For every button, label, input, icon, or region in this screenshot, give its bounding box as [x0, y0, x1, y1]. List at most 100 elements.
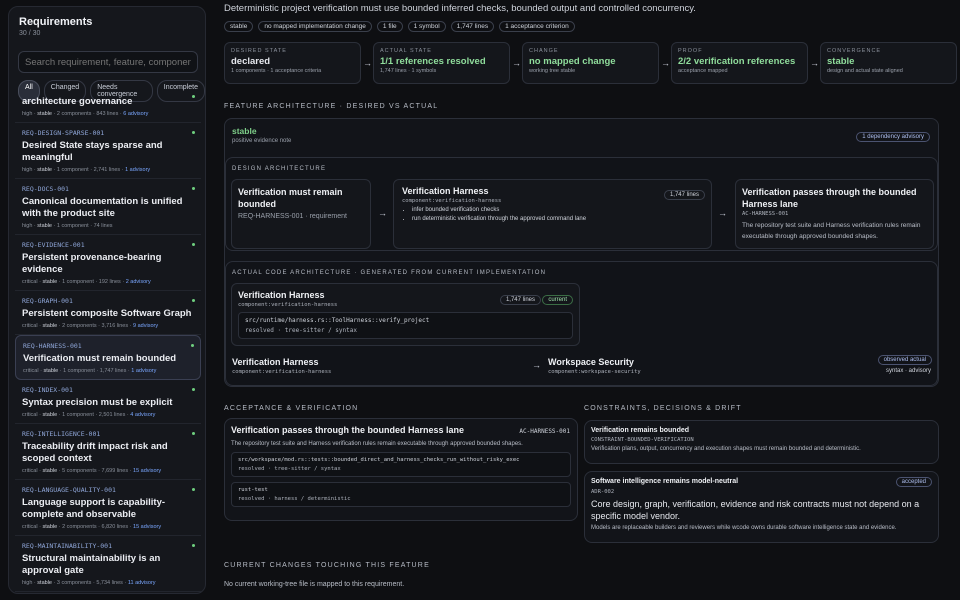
dependency-source[interactable]: Verification Harness component:verificat…	[232, 357, 331, 375]
requirement-title: Persistent composite Software Graph	[22, 308, 192, 319]
requirement-advisory: 1 advisory	[125, 167, 151, 173]
requirement-item[interactable]: REQ-GRAPH-001 Persistent composite Softwa…	[15, 291, 201, 335]
status-card-label: PROOF	[678, 48, 703, 54]
requirement-priority: high	[22, 580, 33, 586]
component-node[interactable]: Verification Harness component:verificat…	[393, 179, 712, 249]
verification-ref-path: rust-test	[238, 487, 268, 493]
arrow-right-icon: →	[810, 58, 819, 68]
decision-card[interactable]: Software intelligence remains model-neut…	[584, 471, 939, 543]
requirement-item[interactable]: REQ-INTELLIGENCE-001 Traceability drift i…	[15, 424, 201, 480]
requirement-meta: critical · stable · 2 components · 6,820…	[22, 524, 162, 530]
decision-desc: Models are replaceable builders and revi…	[591, 525, 897, 531]
requirement-advisory: 11 advisory	[127, 580, 156, 586]
verification-reference[interactable]: src/workspace/mod.rs::tests::bounded_dir…	[231, 452, 571, 477]
design-architecture-heading: DESIGN ARCHITECTURE	[232, 166, 327, 172]
decision-status-badge: accepted	[895, 477, 932, 487]
requirement-priority: high	[22, 111, 33, 117]
requirement-state: stable	[37, 580, 52, 586]
requirement-node-title: Verification must remain bounded	[238, 187, 343, 209]
search-input[interactable]	[18, 51, 198, 73]
requirement-title: Structural maintainability is an approva…	[22, 553, 161, 576]
status-card-sub: design and actual state aligned	[827, 68, 903, 74]
requirement-priority: critical	[22, 323, 38, 329]
constraints-heading: CONSTRAINTS, DECISIONS & DRIFT	[584, 405, 742, 412]
actual-lines-badge: 1,747 lines	[499, 295, 541, 305]
status-card: CHANGE no mapped change working tree stabl…	[522, 42, 659, 84]
dependency-advisory-badge[interactable]: 1 dependency advisory	[856, 132, 930, 142]
requirement-title: Traceability drift impact risk and scope…	[22, 441, 168, 464]
requirements-sidebar: Requirements 30 / 30 All Changed Needs c…	[8, 6, 206, 594]
requirement-title: Syntax precision must be explicit	[22, 397, 173, 408]
verification-ref-resolved: resolved · tree-sitter / syntax	[238, 466, 341, 472]
requirement-meta: high · stable · 1 component · 2,741 line…	[22, 167, 151, 173]
status-card-value: 1/1 references resolved	[380, 56, 486, 67]
requirement-item[interactable]: architecture governance high · stable · 2…	[15, 95, 201, 123]
requirement-meta: critical · stable · 1 component · 1,747 …	[23, 368, 157, 374]
requirement-meta: critical · stable · 1 component · 192 li…	[22, 279, 151, 285]
pill-files: 1 file	[376, 21, 403, 32]
requirement-id: REQ-DESIGN-SPARSE-001	[22, 129, 105, 137]
observed-actual-badge: observed actual	[877, 355, 932, 365]
constraint-desc: Verification plans, output, concurrency …	[591, 446, 861, 452]
requirement-node-sub: REQ-HARNESS-001 · requirement	[238, 213, 347, 220]
requirement-item[interactable]: REQ-HARNESS-001 Verification must remain …	[15, 335, 201, 380]
component-node-id: component:verification-harness	[402, 198, 502, 204]
requirement-components: 2 components	[62, 323, 97, 329]
status-card-label: DESIRED STATE	[231, 48, 287, 54]
constraint-card[interactable]: Verification remains bounded CONSTRAINT-…	[584, 420, 939, 464]
requirement-lines: 2,741 lines	[93, 167, 121, 173]
status-card: ACTUAL STATE 1/1 references resolved 1,747…	[373, 42, 510, 84]
requirement-components: 1 component	[63, 368, 95, 374]
requirement-id: REQ-INDEX-001	[22, 386, 73, 394]
requirement-lines: 1,747 lines	[99, 368, 127, 374]
status-dot-icon	[191, 344, 194, 347]
requirement-priority: high	[22, 223, 33, 229]
requirement-components: 2 components	[62, 524, 97, 530]
requirement-item[interactable]: REQ-INDEX-001 Syntax precision must be ex…	[15, 380, 201, 424]
actual-architecture-panel: ACTUAL CODE ARCHITECTURE · GENERATED FRO…	[225, 261, 938, 386]
requirement-item[interactable]: REQ-DOCS-001 Canonical documentation is u…	[15, 179, 201, 235]
acceptance-desc: The repository test suite and Harness ve…	[231, 441, 523, 447]
requirement-meta: high · stable · 2 components · 843 lines…	[22, 111, 149, 117]
requirement-lines: 192 lines	[98, 279, 121, 285]
requirement-advisory: 15 advisory	[133, 524, 162, 530]
actual-component-node[interactable]: Verification Harness component:verificat…	[231, 283, 580, 346]
acceptance-node-desc: The repository test suite and Harness ve…	[742, 222, 921, 240]
status-cards: DESIRED STATE declared 1 components · 1 ac…	[224, 42, 957, 84]
verification-reference[interactable]: rust-test resolved · harness / determini…	[231, 482, 571, 507]
component-check-item: infer bounded verification checks	[412, 207, 703, 213]
feature-architecture-panel: stable positive evidence note 1 dependen…	[224, 118, 939, 387]
evidence-note: positive evidence note	[232, 138, 292, 144]
requirement-priority: high	[22, 167, 33, 173]
actual-code-ref[interactable]: src/runtime/harness.rs::ToolHarness::ver…	[238, 312, 573, 339]
requirement-id: REQ-GRAPH-001	[22, 297, 73, 305]
status-card-value: 2/2 verification references	[678, 56, 796, 67]
requirement-priority: critical	[22, 524, 38, 530]
requirement-title: Desired State stays sparse and meaningfu…	[22, 140, 163, 163]
status-dot-icon	[192, 388, 195, 391]
requirement-item[interactable]: REQ-DESIGN-SPARSE-001 Desired State stays…	[15, 123, 201, 179]
acceptance-node-title: Verification passes through the bounded …	[742, 187, 917, 209]
requirement-item[interactable]: REQ-EVIDENCE-001 Persistent provenance-be…	[15, 235, 201, 291]
status-dot-icon	[192, 95, 195, 98]
requirement-advisory: 4 advisory	[130, 412, 156, 418]
arrow-right-icon: →	[718, 208, 727, 218]
status-card-sub: 1 components · 1 acceptance criteria	[231, 68, 322, 74]
acceptance-id: AC-HARNESS-001	[519, 428, 570, 435]
requirement-node[interactable]: Verification must remain bounded REQ-HAR…	[231, 179, 371, 249]
main-panel: Deterministic project verification must …	[213, 0, 960, 600]
acceptance-node[interactable]: Verification passes through the bounded …	[735, 179, 934, 249]
requirement-id: REQ-MAINTAINABILITY-001	[22, 542, 113, 550]
requirement-priority: critical	[22, 468, 38, 474]
dependency-kind: syntax · advisory	[885, 368, 931, 374]
requirement-lines: 5,734 lines	[96, 580, 123, 586]
requirement-lines: 6,820 lines	[101, 524, 129, 530]
requirement-item[interactable]: REQ-LANGUAGE-QUALITY-001 Language support…	[15, 480, 201, 536]
dependency-target[interactable]: Workspace Security component:workspace-s…	[548, 357, 641, 375]
arrow-right-icon: →	[532, 360, 541, 370]
requirement-item[interactable]: REQ-MAINTAINABILITY-001 Structural mainta…	[15, 536, 201, 592]
requirement-advisory: 6 advisory	[123, 111, 149, 117]
arrow-right-icon: →	[661, 58, 670, 68]
component-checks: infer bounded verification checks run de…	[412, 207, 703, 222]
requirement-lines: 3,716 lines	[101, 323, 129, 329]
